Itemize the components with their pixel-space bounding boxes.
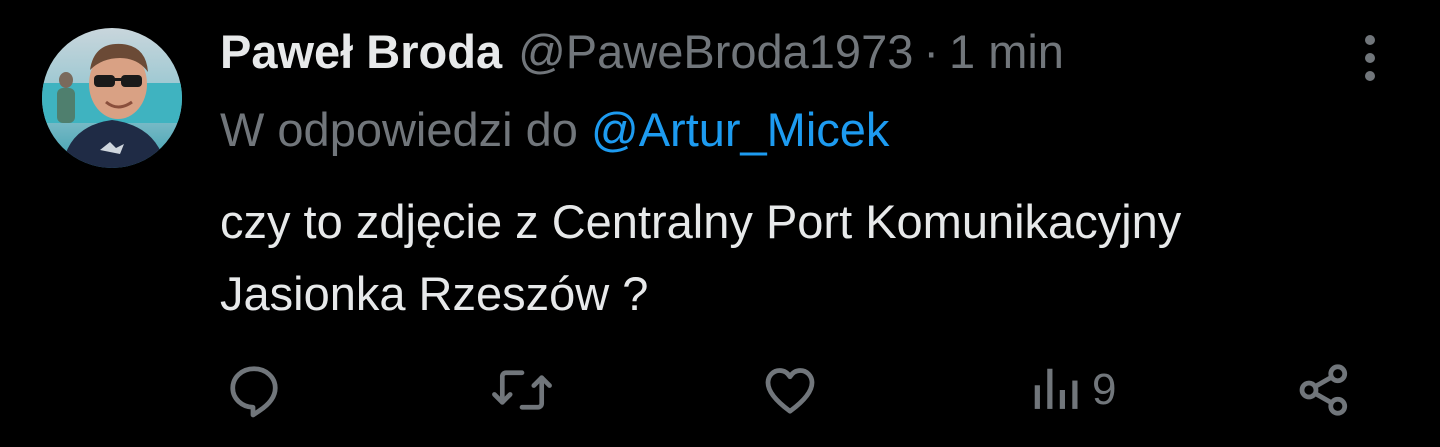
- tweet-text-line: czy to zdjęcie z Centralny Port Komunika…: [220, 195, 1182, 248]
- author-display-name[interactable]: Paweł Broda: [220, 22, 502, 82]
- avatar-photo-icon: [42, 28, 182, 168]
- views-button[interactable]: 9: [1030, 355, 1116, 425]
- views-count: 9: [1092, 365, 1117, 414]
- tweet-header: Paweł Broda @PaweBroda1973 · 1 min: [220, 22, 1064, 82]
- tweet-actions-bar: 9: [0, 355, 1440, 425]
- reply-context: W odpowiedzi do @Artur_Micek: [220, 100, 889, 160]
- like-button[interactable]: [760, 355, 820, 425]
- more-options-button[interactable]: [1350, 30, 1390, 86]
- reply-button[interactable]: [224, 355, 284, 425]
- heart-icon: [765, 368, 815, 414]
- author-handle[interactable]: @PaweBroda1973: [518, 22, 913, 82]
- tweet-text-line: Jasionka Rzeszów ?: [220, 267, 649, 320]
- tweet-text: czy to zdjęcie z Centralny Port Komunika…: [220, 186, 1410, 330]
- views-icon: [1034, 368, 1078, 409]
- share-icon: [1299, 364, 1348, 416]
- more-vertical-icon: [1365, 35, 1375, 81]
- reply-context-prefix: W odpowiedzi do: [220, 103, 591, 156]
- retweet-button[interactable]: [490, 355, 554, 425]
- tweet-timestamp[interactable]: 1 min: [949, 22, 1064, 82]
- tweet[interactable]: Paweł Broda @PaweBroda1973 · 1 min W odp…: [0, 0, 1440, 447]
- share-button[interactable]: [1294, 355, 1354, 425]
- avatar[interactable]: [42, 28, 182, 168]
- reply-mention-link[interactable]: @Artur_Micek: [591, 103, 889, 156]
- time-separator: ·: [923, 25, 940, 78]
- reply-icon: [230, 366, 278, 418]
- retweet-icon: [492, 370, 552, 410]
